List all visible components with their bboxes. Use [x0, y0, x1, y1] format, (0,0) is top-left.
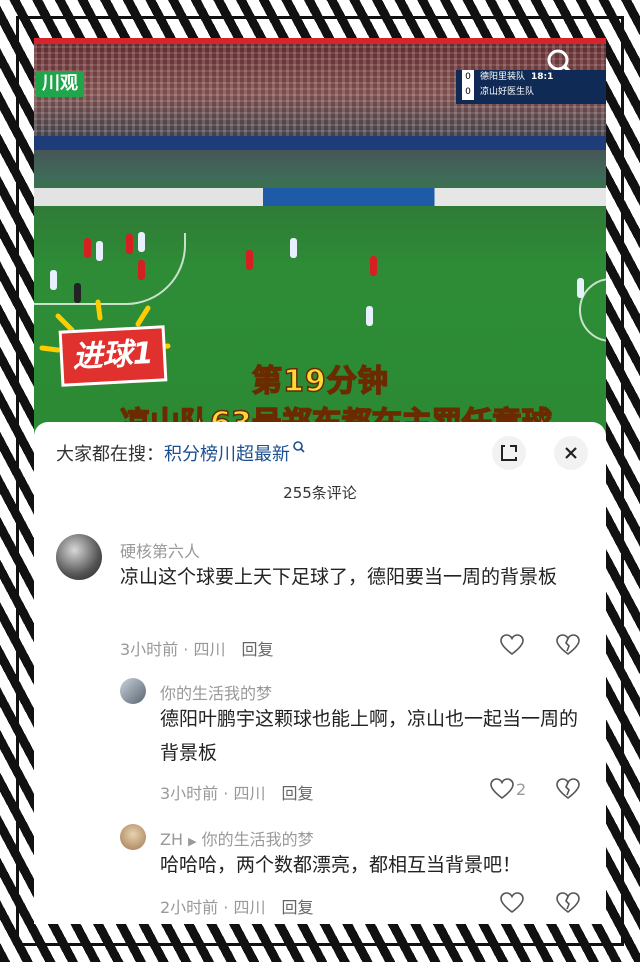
broken-heart-icon[interactable] [556, 892, 580, 914]
expand-icon [501, 445, 517, 461]
heart-icon[interactable] [490, 778, 514, 800]
player [366, 306, 373, 326]
broken-heart-icon[interactable] [556, 778, 580, 800]
comment-time: 3小时前 [120, 640, 179, 659]
avatar[interactable] [120, 824, 146, 850]
goal-badge: 进球1 [58, 325, 168, 387]
expand-button[interactable] [492, 436, 526, 470]
comment-time: 2小时前 [160, 898, 219, 917]
video-player[interactable]: 川观 0德阳里装队18:1 0凉山好医生队 进球1 第19分钟 凉山队63号郑东… [34, 38, 606, 438]
comment-username[interactable]: ZH [160, 830, 183, 849]
close-button[interactable] [554, 436, 588, 470]
avatar[interactable] [120, 678, 146, 704]
heart-icon[interactable] [500, 634, 524, 656]
player [96, 241, 103, 261]
score-team2: 0 [462, 85, 474, 100]
comment-text: 哈哈哈，两个数都漂亮，都相互当背景吧！ [160, 854, 522, 876]
hot-search-link[interactable]: 积分榜川超最新 [164, 444, 290, 465]
reply-button[interactable]: 回复 [281, 898, 313, 917]
player [138, 232, 145, 252]
comment-username[interactable]: 你的生活我的梦 [160, 680, 272, 704]
comment-meta: 3小时前 · 四川 回复 [120, 640, 274, 659]
comment-location: 四川 [233, 898, 266, 917]
comment-meta: 2小时前 · 四川 回复 [160, 898, 314, 917]
scoreboard: 0 德阳里装队 18:1 0 凉山好医生队 [456, 70, 606, 104]
comment-text: 德阳叶鹏宇这颗球也能上啊，凉山也一起当一周的背景板 [160, 708, 579, 764]
player [370, 256, 377, 276]
ad-board-upper [34, 136, 606, 150]
comment-username-line: ZH ▶ 你的生活我的梦 [160, 826, 314, 850]
reply-arrow-icon: ▶ [188, 835, 197, 848]
player [84, 238, 91, 258]
player [126, 234, 133, 254]
comment-username[interactable]: 硬核第六人 [120, 538, 200, 562]
player [577, 278, 584, 298]
heart-icon[interactable] [500, 892, 524, 914]
app-logo: 川观 [36, 71, 84, 97]
player [246, 250, 253, 270]
player [50, 270, 57, 290]
broken-heart-icon[interactable] [556, 634, 580, 656]
comment-sheet: 大家都在搜：积分榜川超最新 255条评论 硬核第六人 凉山这个球要上天下足球了，… [34, 422, 606, 924]
player [138, 260, 145, 280]
player [290, 238, 297, 258]
reply-button[interactable]: 回复 [281, 784, 313, 803]
ad-board-lower [34, 188, 606, 206]
screenshot-content: 川观 0德阳里装队18:1 0凉山好医生队 进球1 第19分钟 凉山队63号郑东… [34, 38, 606, 924]
comment-count: 255条评论 [283, 484, 357, 502]
like-count: 2 [516, 780, 527, 799]
avatar[interactable] [56, 534, 102, 580]
match-time: 18:1 [531, 72, 554, 82]
video-caption-minute: 第19分钟 [251, 363, 389, 400]
search-small-icon [293, 441, 305, 453]
team1-name: 德阳里装队 [480, 72, 526, 82]
comment-reply-to[interactable]: 你的生活我的梦 [202, 830, 314, 849]
hot-search-bar: 大家都在搜：积分榜川超最新 [56, 440, 306, 466]
comment-meta: 3小时前 · 四川 回复 [160, 784, 314, 803]
reply-button[interactable]: 回复 [241, 640, 273, 659]
comment-location: 四川 [193, 640, 226, 659]
top-red-bar [34, 38, 606, 44]
score-team1: 0 [462, 70, 474, 85]
comment-location: 四川 [233, 784, 266, 803]
close-icon [565, 447, 577, 459]
hot-search-label: 大家都在搜： [56, 444, 164, 465]
team2-name: 凉山好医生队 [480, 87, 535, 97]
comment-text: 凉山这个球要上天下足球了，德阳要当一周的背景板 [120, 566, 558, 588]
penalty-area-line [34, 233, 186, 305]
comment-time: 3小时前 [160, 784, 219, 803]
